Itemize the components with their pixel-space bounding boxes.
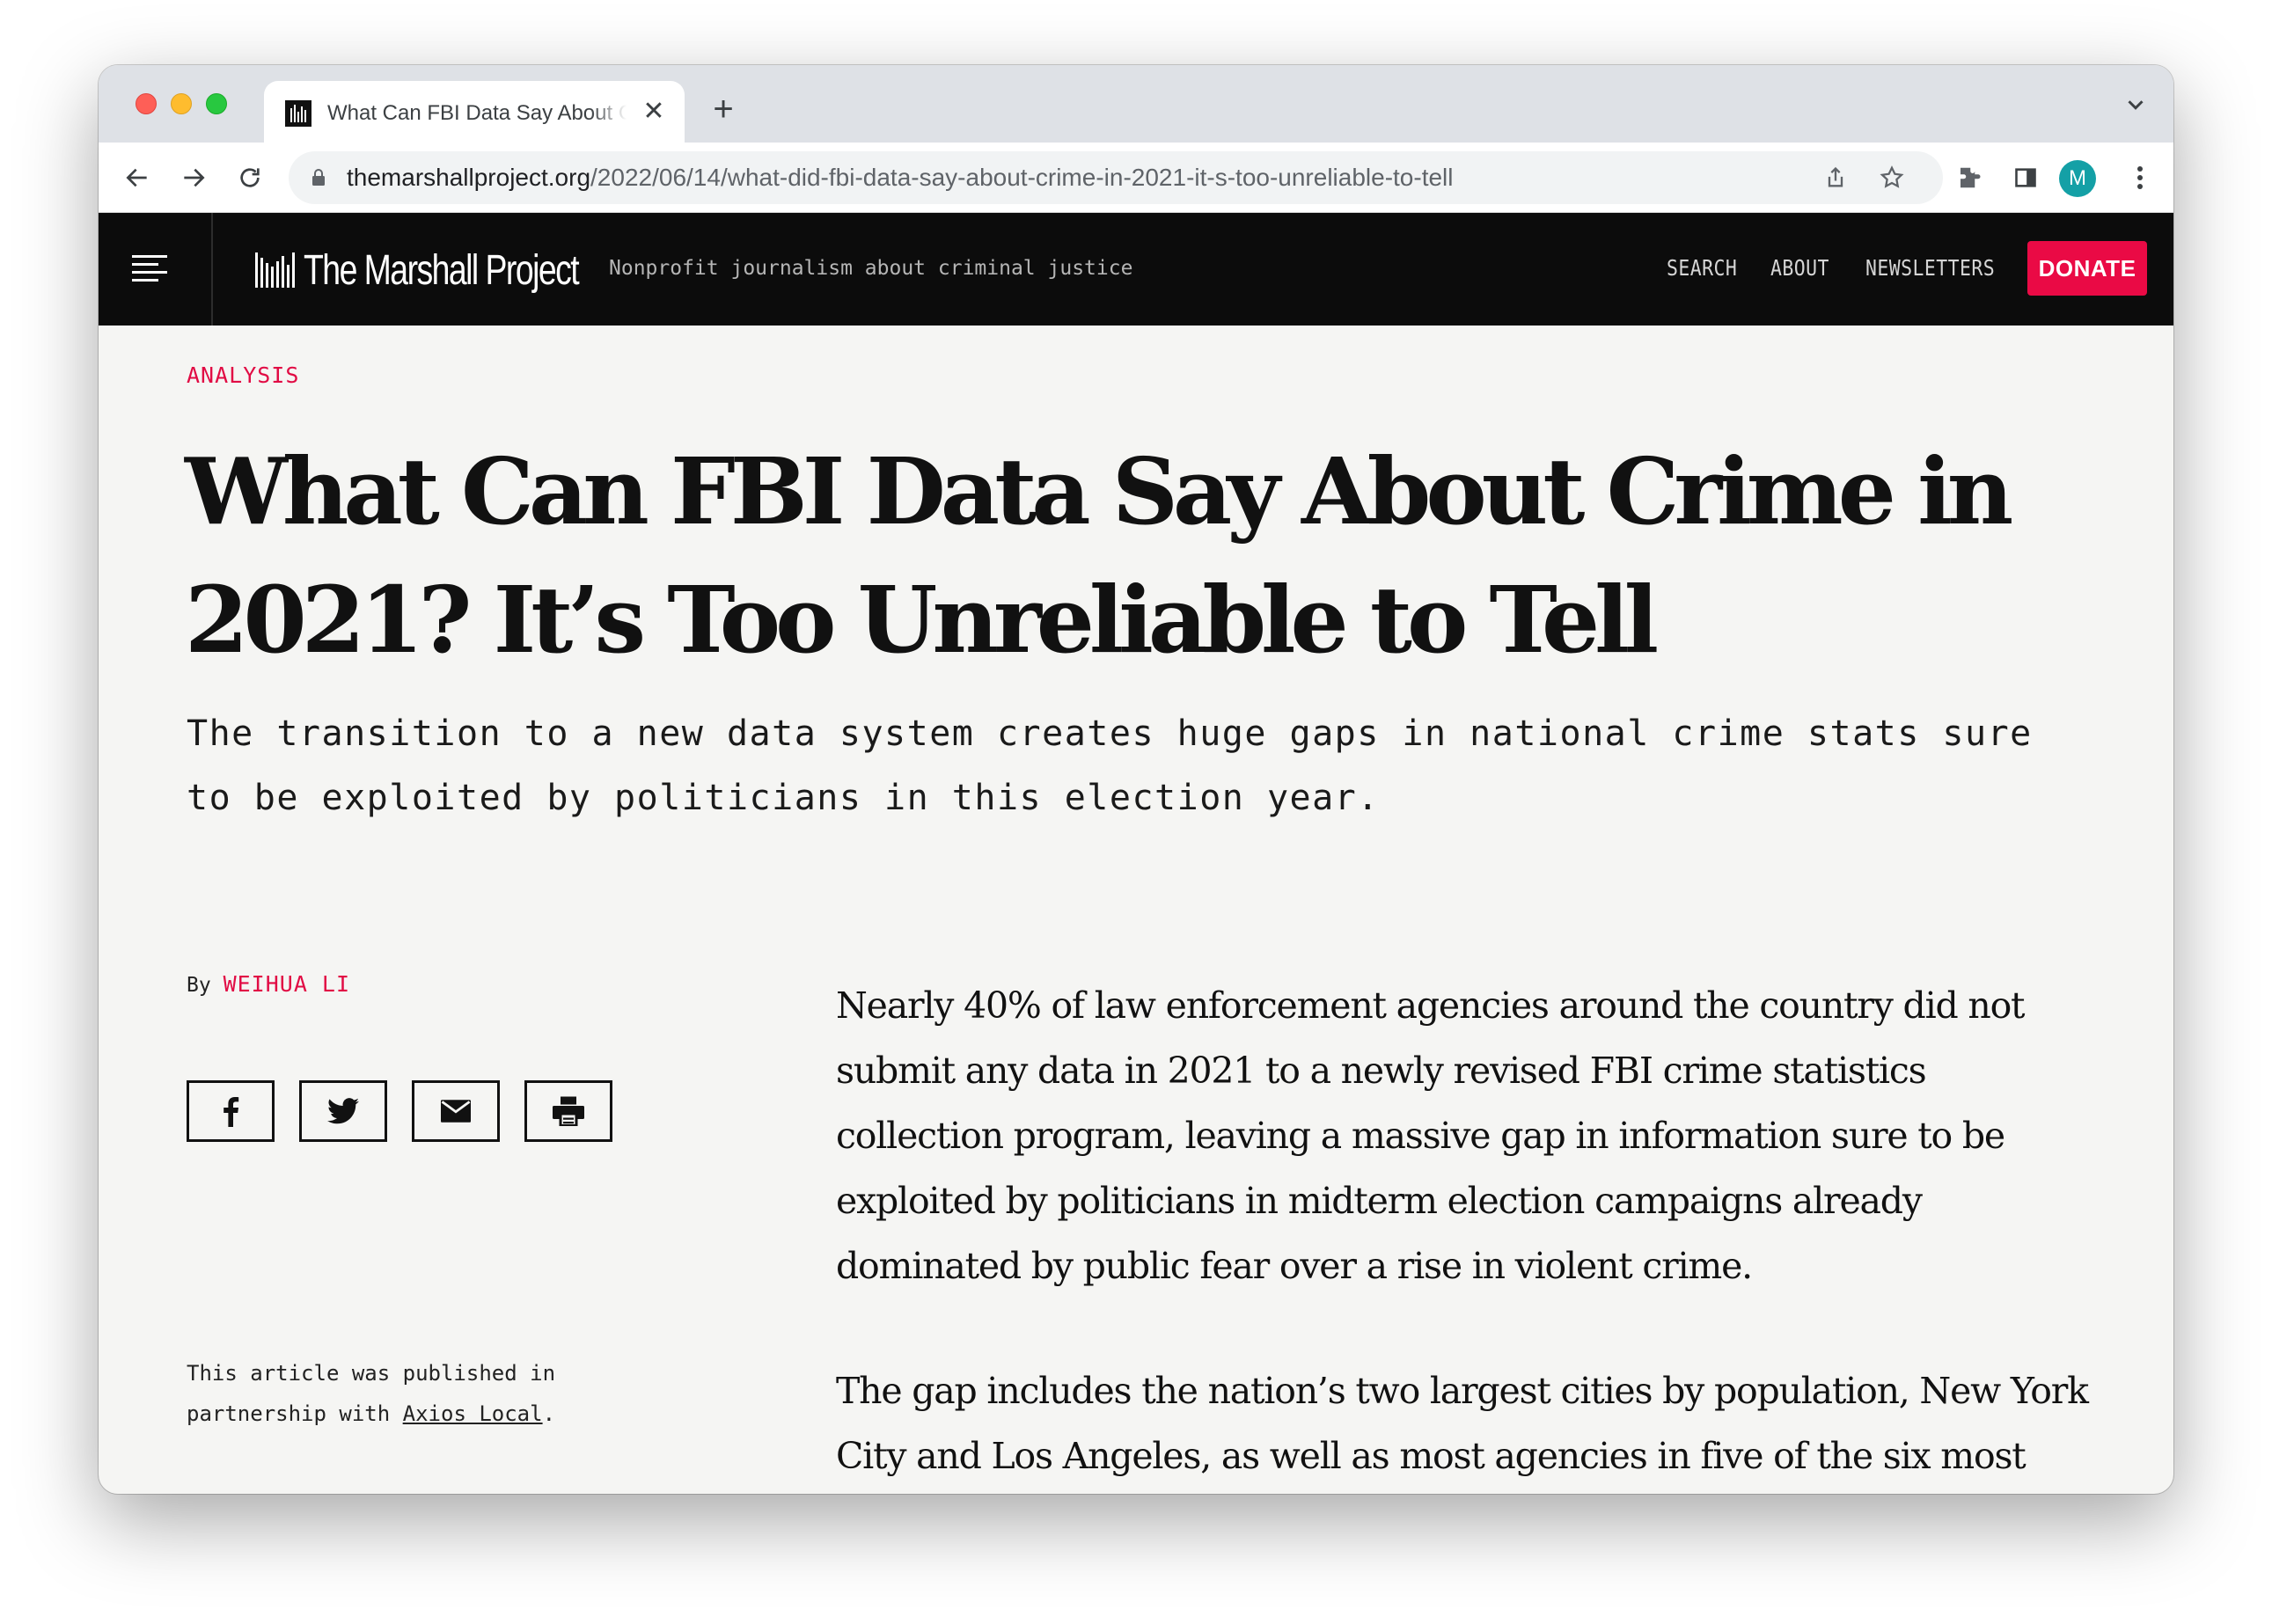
forward-arrow-icon[interactable] [174, 158, 213, 197]
nav-search-link[interactable]: SEARCH [1667, 255, 1737, 281]
site-logo[interactable]: The Marshall Project [255, 246, 656, 294]
browser-toolbar: themarshallproject.org/2022/06/14/what-d… [99, 143, 2173, 213]
address-bar[interactable]: themarshallproject.org/2022/06/14/what-d… [289, 151, 1943, 204]
url-text: themarshallproject.org/2022/06/14/what-d… [347, 151, 1454, 204]
article-paragraph: Nearly 40% of law enforcement agencies a… [836, 984, 2026, 1287]
share-email-button[interactable] [412, 1080, 500, 1142]
lock-icon[interactable] [308, 167, 329, 188]
donate-button[interactable]: DONATE [2027, 241, 2147, 296]
byline-prefix: By [187, 974, 211, 997]
article-paragraph: The gap includes the nation’s two larges… [836, 1370, 2089, 1477]
zoom-window-button[interactable] [206, 93, 227, 114]
nav-newsletters-link[interactable]: NEWSLETTERS [1865, 255, 1995, 281]
byline: By WEIHUA LI [187, 971, 350, 997]
share-icon[interactable] [1820, 162, 1851, 194]
site-favicon-icon [285, 100, 311, 127]
tab-close-icon[interactable]: ✕ [639, 97, 669, 127]
back-arrow-icon[interactable] [118, 158, 157, 197]
facebook-icon [224, 1097, 239, 1127]
author-link[interactable]: WEIHUA LI [224, 971, 350, 997]
article-headline: What Can FBI Data Say About Crime in 202… [185, 437, 2013, 674]
email-icon [441, 1100, 471, 1123]
minimize-window-button[interactable] [171, 93, 192, 114]
twitter-icon [327, 1098, 359, 1124]
reload-icon[interactable] [231, 158, 269, 197]
tab-title: What Can FBI Data Say About Crime in 202… [327, 101, 627, 125]
url-host: themarshallproject.org [347, 164, 591, 191]
print-icon [553, 1096, 584, 1126]
close-window-button[interactable] [136, 93, 157, 114]
site-tagline: Nonprofit journalism about criminal just… [609, 257, 1133, 280]
tab-strip: What Can FBI Data Say About Crime in 202… [99, 65, 2173, 143]
extensions-puzzle-icon[interactable] [1950, 158, 1989, 197]
browser-window: What Can FBI Data Say About Crime in 202… [99, 65, 2173, 1494]
site-header: The Marshall Project Nonprofit journalis… [99, 213, 2173, 326]
header-divider [211, 213, 213, 326]
tab-search-chevron-down-icon[interactable] [2122, 91, 2149, 118]
logo-text: The Marshall Project [304, 246, 580, 294]
article-kicker[interactable]: ANALYSIS [187, 362, 299, 388]
url-path: /2022/06/14/what-did-fbi-data-say-about-… [590, 164, 1454, 191]
new-tab-button[interactable]: + [706, 91, 741, 127]
share-facebook-button[interactable] [187, 1080, 275, 1142]
partner-note: This article was published in partnershi… [187, 1353, 644, 1434]
partner-suffix: . [542, 1401, 556, 1426]
article-dek: The transition to a new data system crea… [187, 713, 2033, 818]
share-twitter-button[interactable] [299, 1080, 387, 1142]
partner-link[interactable]: Axios Local [403, 1401, 543, 1426]
side-panel-icon[interactable] [2006, 158, 2045, 197]
hamburger-menu-icon[interactable] [132, 255, 167, 283]
nav-about-link[interactable]: ABOUT [1770, 255, 1829, 281]
logo-bars-icon [255, 252, 295, 288]
kebab-menu-icon[interactable] [2121, 158, 2159, 197]
bookmark-star-icon[interactable] [1876, 162, 1908, 194]
tab-active[interactable]: What Can FBI Data Say About Crime in 202… [264, 81, 685, 143]
profile-avatar[interactable]: M [2059, 160, 2096, 197]
share-print-button[interactable] [524, 1080, 612, 1142]
